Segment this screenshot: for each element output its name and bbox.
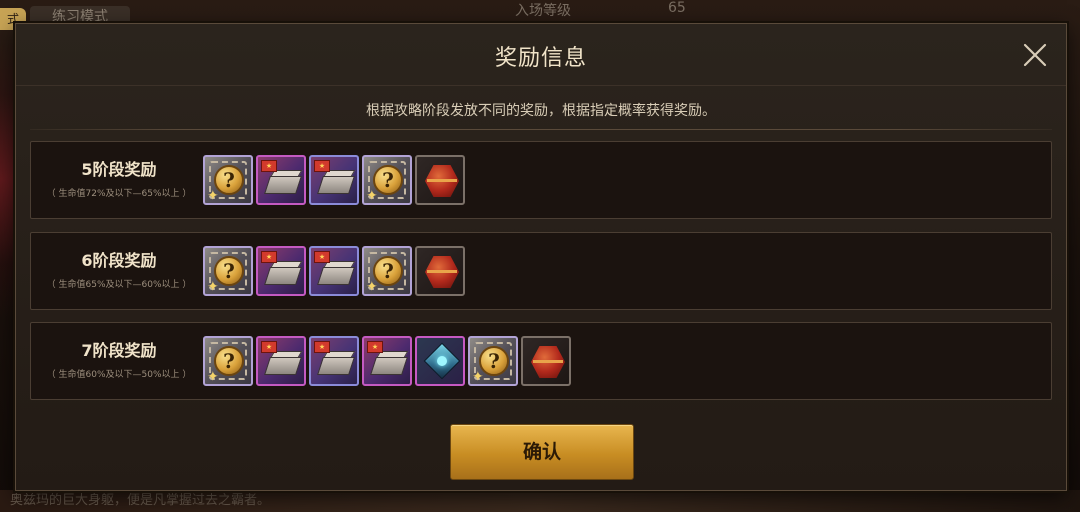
mystery-coin-icon[interactable]: ? ✦: [362, 155, 412, 205]
divider: [30, 129, 1052, 130]
supply-box-icon[interactable]: ★: [309, 336, 359, 386]
mystery-coin-icon[interactable]: ? ✦: [203, 155, 253, 205]
close-button[interactable]: [1020, 40, 1050, 70]
stage-label: 5阶段奖励 （ 生命值72%及以下—65%以上 ）: [35, 156, 203, 199]
background-footer-text: 奥兹玛的巨大身躯，便是凡掌握过去之霸者。: [0, 490, 1080, 512]
stage-condition: （ 生命值72%及以下—65%以上 ）: [46, 189, 192, 199]
dialog-body: 根据攻略阶段发放不同的奖励，根据指定概率获得奖励。 5阶段奖励 （ 生命值72%…: [30, 88, 1052, 408]
supply-box-icon[interactable]: ★: [256, 246, 306, 296]
mystery-coin-icon[interactable]: ? ✦: [468, 336, 518, 386]
stage-row-5: 5阶段奖励 （ 生命值72%及以下—65%以上 ） ? ✦ ★ ★? ✦: [30, 141, 1052, 219]
close-icon: [1023, 43, 1047, 67]
stage-row-6: 6阶段奖励 （ 生命值65%及以下—60%以上 ） ? ✦ ★ ★? ✦: [30, 232, 1052, 310]
reward-list: ? ✦ ★ ★ ★? ✦: [203, 336, 571, 386]
stage-title: 5阶段奖励: [81, 160, 157, 179]
stage-title: 7阶段奖励: [81, 341, 157, 360]
mystery-coin-icon[interactable]: ? ✦: [362, 246, 412, 296]
stage-condition: （ 生命值65%及以下—60%以上 ）: [46, 280, 192, 290]
supply-box-icon[interactable]: ★: [362, 336, 412, 386]
reward-description: 根据攻略阶段发放不同的奖励，根据指定概率获得奖励。: [366, 103, 716, 119]
reward-list: ? ✦ ★ ★? ✦: [203, 155, 465, 205]
stage-title: 6阶段奖励: [81, 251, 157, 270]
reward-info-dialog: 奖励信息 根据攻略阶段发放不同的奖励，根据指定概率获得奖励。 5阶段奖励 （ 生…: [15, 23, 1067, 491]
dialog-title: 奖励信息: [494, 46, 587, 71]
entry-level-value: 65: [668, 0, 686, 16]
stage-label: 6阶段奖励 （ 生命值65%及以下—60%以上 ）: [35, 247, 203, 290]
stage-label: 7阶段奖励 （ 生命值60%及以下—50%以上 ）: [35, 337, 203, 380]
supply-box-icon[interactable]: ★: [309, 246, 359, 296]
mystery-coin-icon[interactable]: ? ✦: [203, 336, 253, 386]
reward-list: ? ✦ ★ ★? ✦: [203, 246, 465, 296]
stage-row-7: 7阶段奖励 （ 生命值60%及以下—50%以上 ） ? ✦ ★ ★ ★? ✦: [30, 322, 1052, 400]
supply-box-icon[interactable]: ★: [256, 336, 306, 386]
confirm-button[interactable]: 确认: [450, 424, 634, 480]
red-chest-icon[interactable]: [521, 336, 571, 386]
mystery-coin-icon[interactable]: ? ✦: [203, 246, 253, 296]
red-chest-icon[interactable]: [415, 155, 465, 205]
supply-box-icon[interactable]: ★: [256, 155, 306, 205]
stage-condition: （ 生命值60%及以下—50%以上 ）: [46, 370, 192, 380]
entry-level-label: 入场等级: [515, 3, 571, 19]
dialog-header: 奖励信息: [16, 24, 1066, 86]
crystal-equipment-icon[interactable]: [415, 336, 465, 386]
red-chest-icon[interactable]: [415, 246, 465, 296]
supply-box-icon[interactable]: ★: [309, 155, 359, 205]
